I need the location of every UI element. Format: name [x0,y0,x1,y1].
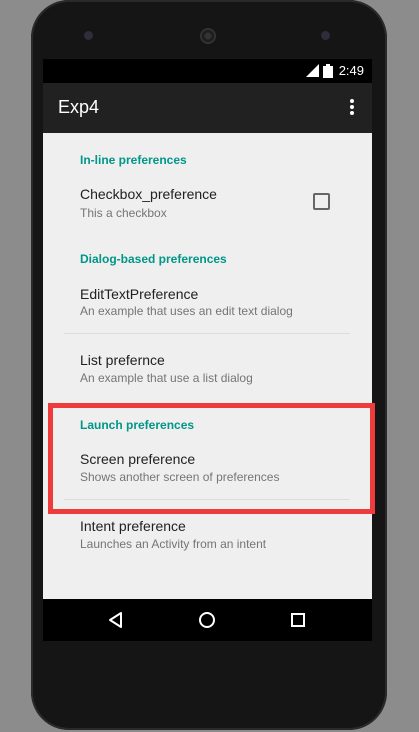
app-bar: Exp4 [43,83,372,133]
list-preference-summary: An example that use a list dialog [80,371,253,385]
status-time: 2:49 [338,63,364,78]
more-vert-icon[interactable] [344,99,360,119]
edittext-preference-title[interactable]: EditTextPreference [80,286,198,302]
checkbox[interactable] [313,193,330,210]
navigation-bar [43,599,372,641]
signal-icon [305,64,319,77]
status-bar: 2:49 [43,59,372,83]
category-dialog: Dialog-based preferences [80,252,227,266]
divider [64,333,350,334]
checkbox-preference-summary: This a checkbox [80,206,167,220]
home-icon[interactable] [197,610,217,630]
intent-preference-title[interactable]: Intent preference [80,518,186,534]
edittext-preference-summary: An example that uses an edit text dialog [80,304,293,318]
highlight-box [48,403,375,514]
sensor [321,31,330,40]
app-title: Exp4 [58,97,100,117]
back-icon[interactable] [106,610,126,630]
screen: 2:49 Exp4 In-line preferences Checkbox_p… [43,59,372,599]
intent-preference-summary: Launches an Activity from an intent [80,537,267,551]
list-preference-title[interactable]: List prefernce [80,352,165,368]
category-inline: In-line preferences [80,153,187,167]
battery-icon [322,63,333,78]
checkbox-preference-title[interactable]: Checkbox_preference [80,186,217,202]
earpiece-speaker [200,28,216,44]
front-camera [84,31,93,40]
recents-icon[interactable] [288,610,308,630]
